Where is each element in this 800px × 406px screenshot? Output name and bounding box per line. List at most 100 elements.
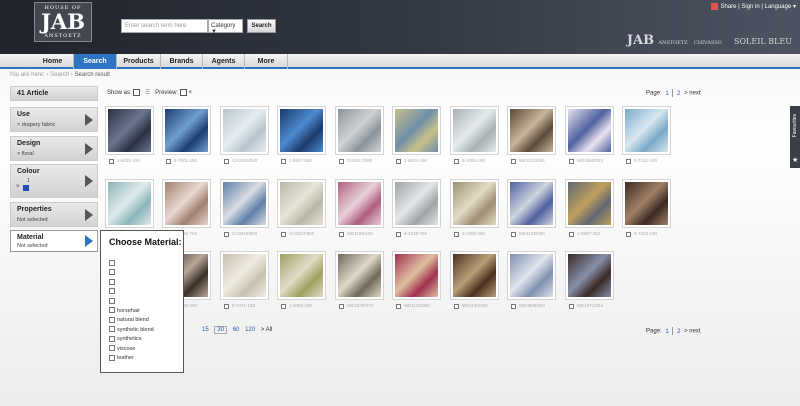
material-option[interactable]: horsehair [109, 307, 140, 315]
product-checkbox[interactable] [511, 304, 516, 309]
material-option[interactable] [109, 269, 117, 277]
product-thumbnail[interactable] [220, 106, 269, 155]
product-item[interactable]: CH2918/050 [220, 179, 269, 237]
product-thumbnail[interactable] [392, 179, 441, 228]
search-button[interactable]: Search [247, 19, 276, 33]
material-option[interactable]: synthetic blend [109, 326, 154, 334]
product-checkbox[interactable] [511, 232, 516, 237]
product-checkbox[interactable] [569, 304, 574, 309]
per-page-120[interactable]: 120 [245, 327, 255, 333]
colour-swatch[interactable] [23, 185, 29, 191]
product-checkbox[interactable] [281, 232, 286, 237]
product-checkbox[interactable] [224, 304, 229, 309]
filter-use-value[interactable]: × drapery fabric [17, 122, 55, 128]
filter-use[interactable]: Use × drapery fabric [10, 107, 98, 132]
per-page-all[interactable]: > All [261, 327, 273, 333]
search-input[interactable]: Enter search term here [121, 19, 208, 33]
product-item[interactable]: 9-1248-790 [392, 179, 441, 237]
product-item[interactable]: WE0838/050 [507, 251, 556, 309]
product-thumbnail[interactable] [565, 179, 614, 228]
product-item[interactable]: 9-7601-150 [162, 106, 211, 164]
product-checkbox[interactable] [454, 159, 459, 164]
material-option[interactable]: natural blend [109, 316, 149, 324]
product-item[interactable]: 9-1085-190 [450, 106, 499, 164]
product-thumbnail[interactable] [335, 179, 384, 228]
product-checkbox[interactable] [396, 159, 401, 164]
material-option[interactable] [109, 297, 117, 305]
product-thumbnail[interactable] [450, 179, 499, 228]
product-item[interactable]: WE1129/050 [507, 179, 556, 237]
grid-view-icon[interactable] [133, 89, 141, 96]
product-item[interactable]: CH2927/050 [277, 179, 326, 237]
product-checkbox[interactable] [166, 159, 171, 164]
material-checkbox[interactable] [109, 278, 115, 285]
product-thumbnail[interactable] [220, 251, 269, 300]
preview-checkbox[interactable] [179, 89, 187, 96]
nav-products[interactable]: Products [117, 54, 161, 69]
product-thumbnail[interactable] [335, 106, 384, 155]
brand-logo-chivasso[interactable]: CHIVASSO [694, 40, 722, 46]
product-item[interactable]: 9-7471-130 [220, 251, 269, 309]
product-item[interactable]: 9-7228-190 [622, 179, 671, 237]
house-of-jab-logo[interactable]: HOUSE OF JAB ANSTOETZ [34, 2, 92, 42]
product-checkbox[interactable] [626, 232, 631, 237]
page-1-link[interactable]: 1 [665, 91, 668, 97]
material-checkbox[interactable] [109, 354, 115, 361]
product-item[interactable]: 1-6095-190 [277, 251, 326, 309]
product-checkbox[interactable] [454, 232, 459, 237]
product-item[interactable]: 1-6034-190 [392, 106, 441, 164]
filter-material[interactable]: Material Not selected [10, 230, 98, 252]
product-thumbnail[interactable] [565, 251, 614, 300]
material-checkbox[interactable] [109, 297, 115, 304]
product-checkbox[interactable] [454, 304, 459, 309]
product-thumbnail[interactable] [162, 106, 211, 155]
material-checkbox[interactable] [109, 345, 115, 352]
language-link[interactable]: Language ▾ [765, 4, 796, 10]
product-item[interactable]: 9-7142-190 [622, 106, 671, 164]
product-item[interactable]: WE1071/054 [565, 251, 614, 309]
product-checkbox[interactable] [109, 159, 114, 164]
product-thumbnail[interactable] [220, 179, 269, 228]
product-thumbnail[interactable] [622, 179, 671, 228]
product-item[interactable]: CH2917/080 [335, 106, 384, 164]
nav-search[interactable]: Search [74, 54, 117, 69]
product-checkbox[interactable] [626, 159, 631, 164]
material-checkbox[interactable] [109, 269, 115, 276]
filter-properties[interactable]: Properties Not selected [10, 202, 98, 227]
product-checkbox[interactable] [339, 159, 344, 164]
material-checkbox[interactable] [109, 316, 115, 323]
material-option[interactable] [109, 288, 117, 296]
product-thumbnail[interactable] [507, 106, 556, 155]
material-checkbox[interactable] [109, 326, 115, 333]
product-thumbnail[interactable] [507, 251, 556, 300]
per-page-30[interactable]: 30 [214, 326, 228, 334]
product-thumbnail[interactable] [392, 106, 441, 155]
product-item[interactable]: WE1140/050 [450, 251, 499, 309]
product-checkbox[interactable] [339, 232, 344, 237]
brand-logo-soleil-bleu[interactable]: SOLEIL BLEU [734, 37, 792, 46]
category-select[interactable]: Category ▼ [208, 19, 243, 35]
next-page-link[interactable]: > next [684, 329, 701, 335]
product-thumbnail[interactable] [277, 251, 326, 300]
product-item[interactable]: WE1120/050 [392, 251, 441, 309]
material-checkbox[interactable] [109, 259, 115, 266]
product-item[interactable]: WE1063/053 [565, 106, 614, 164]
product-thumbnail[interactable] [450, 106, 499, 155]
product-thumbnail[interactable] [450, 251, 499, 300]
nav-more[interactable]: More [245, 54, 288, 69]
product-item[interactable]: WE1079/070 [335, 251, 384, 309]
product-thumbnail[interactable] [622, 106, 671, 155]
product-item[interactable]: 1-9225-190 [105, 106, 154, 164]
product-item[interactable]: CH2916/080 [220, 106, 269, 164]
filter-colour[interactable]: Colour 1 × [10, 164, 98, 198]
product-checkbox[interactable] [511, 159, 516, 164]
share-link[interactable]: Share [720, 4, 736, 10]
brand-logo-anstoetz[interactable]: ANSTOETZ [658, 40, 687, 46]
page-1-link[interactable]: 1 [665, 329, 668, 335]
product-item[interactable]: WE1103/053 [507, 106, 556, 164]
material-option[interactable]: leather [109, 354, 134, 362]
filter-design-value[interactable]: × floral [17, 151, 34, 157]
product-thumbnail[interactable] [105, 179, 154, 228]
material-checkbox[interactable] [109, 307, 115, 314]
product-item[interactable]: WE1168/120 [335, 179, 384, 237]
